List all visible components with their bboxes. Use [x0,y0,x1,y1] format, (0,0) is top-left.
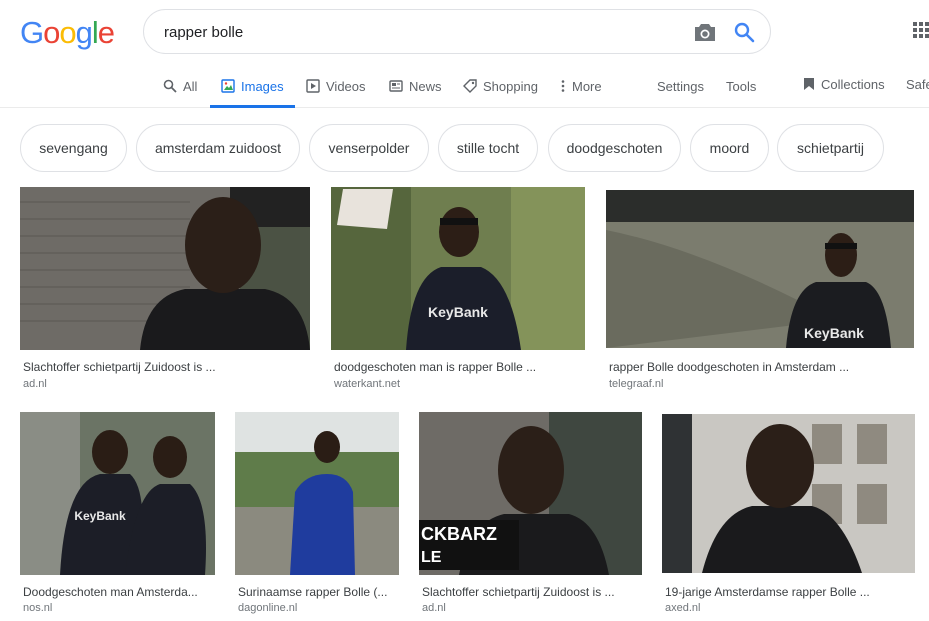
tab-label: All [183,78,198,94]
result-caption: rapper Bolle doodgeschoten in Amsterdam … [609,360,850,374]
tab-label: Safe [906,76,929,92]
result-caption: Surinaamse rapper Bolle (... [238,585,388,599]
result-caption: Slachtoffer schietpartij Zuidoost is ... [422,585,615,599]
tab-label: Tools [726,78,757,94]
collections-link[interactable]: Collections [803,62,885,106]
tools-link[interactable]: Tools [726,64,756,108]
tab-more[interactable]: More [560,64,602,108]
tab-images[interactable]: Images [210,64,295,108]
result-source: axed.nl [665,602,701,614]
chip[interactable]: schietpartij [777,124,884,172]
logo-letter: o [43,15,60,50]
bookmark-icon [804,78,814,90]
image-result[interactable]: Slachtoffer schietpartij Zuidoost is ...… [20,187,310,397]
chip[interactable]: stille tocht [438,124,538,172]
image-result[interactable]: KeyBank Doodgeschoten man Amsterda... no… [20,412,215,620]
tab-news[interactable]: News [389,64,442,108]
jersey-text: KeyBank [804,325,864,341]
camera-icon[interactable] [694,22,716,42]
jersey-text: KeyBank [428,304,488,320]
result-source: dagonline.nl [238,602,298,614]
result-thumbnail: KeyBank [606,190,914,348]
result-source: telegraaf.nl [609,378,664,390]
tag-icon [463,79,477,93]
result-source: ad.nl [422,602,446,614]
result-thumbnail: KeyBank [331,187,585,350]
result-source: waterkant.net [334,378,401,390]
play-icon [306,79,320,93]
settings-link[interactable]: Settings [657,64,704,108]
newspaper-icon [389,80,403,92]
image-result[interactable]: KeyBank doodgeschoten man is rapper Boll… [331,187,585,397]
result-source: ad.nl [23,378,47,390]
logo-letter: g [75,15,93,50]
chip[interactable]: amsterdam zuidoost [136,124,300,172]
overlay-small-text: LE [421,549,442,566]
search-icon[interactable] [733,21,755,43]
search-box [143,9,771,54]
safesearch-link[interactable]: Safe [906,62,929,106]
image-result[interactable]: Surinaamse rapper Bolle (... dagonline.n… [235,412,399,620]
result-caption: Doodgeschoten man Amsterda... [23,585,198,599]
result-caption: doodgeschoten man is rapper Bolle ... [334,360,537,374]
apps-grid-icon[interactable] [913,22,929,38]
result-thumbnail [235,412,399,575]
image-result[interactable]: 19-jarige Amsterdamse rapper Bolle ... a… [662,414,915,620]
search-icon [163,79,177,93]
tab-videos[interactable]: Videos [306,64,366,108]
tab-label: Shopping [483,78,538,94]
search-tabs: All Images Videos News Shopping More Set… [0,64,929,108]
chip[interactable]: doodgeschoten [548,124,681,172]
result-thumbnail: KeyBank [20,412,215,575]
result-thumbnail: CKBARZ LE [419,412,642,575]
image-result[interactable]: KeyBank rapper Bolle doodgeschoten in Am… [606,190,914,397]
image-result[interactable]: CKBARZ LE Slachtoffer schietpartij Zuido… [419,412,642,620]
result-thumbnail [20,187,310,350]
more-vert-icon [561,80,565,92]
tab-label: Videos [326,78,366,94]
logo-letter: e [97,15,115,50]
tab-label: Collections [821,76,885,92]
chip[interactable]: moord [690,124,769,172]
google-logo[interactable]: Google [20,15,115,51]
tab-all[interactable]: All [163,64,197,108]
logo-letter: G [20,15,44,50]
tab-label: News [409,78,442,94]
chip[interactable]: sevengang [20,124,127,172]
result-caption: 19-jarige Amsterdamse rapper Bolle ... [665,585,870,599]
search-input[interactable] [164,21,644,43]
tab-shopping[interactable]: Shopping [463,64,538,108]
image-icon [221,79,235,93]
tab-label: Images [241,78,284,94]
result-source: nos.nl [23,602,53,614]
overlay-brand-text: CKBARZ [421,524,497,544]
result-thumbnail [662,414,915,573]
tab-label: More [572,78,602,94]
result-caption: Slachtoffer schietpartij Zuidoost is ... [23,360,216,374]
tab-label: Settings [657,78,704,94]
jersey-text: KeyBank [74,509,126,523]
chip[interactable]: venserpolder [309,124,429,172]
logo-letter: o [59,15,76,50]
